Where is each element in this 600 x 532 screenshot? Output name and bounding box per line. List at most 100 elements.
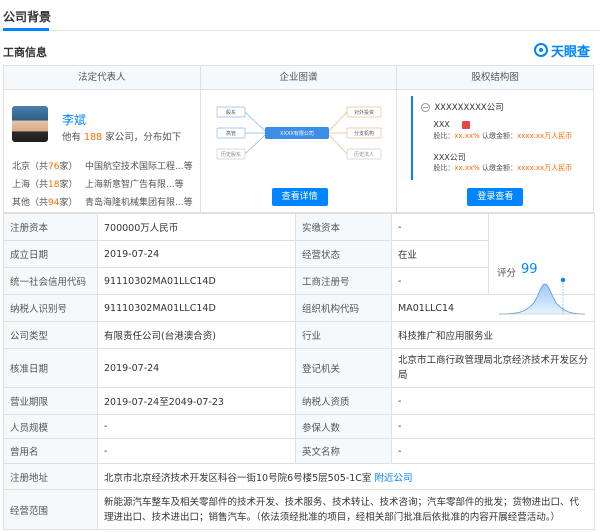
section-title: 工商信息 <box>3 46 47 59</box>
approval-date-label: 核准日期 <box>3 348 98 388</box>
score-distribution-curve <box>498 277 586 315</box>
tab-active-indicator <box>3 28 49 31</box>
equity-root-name: XXXXXXXXX公司 <box>434 103 504 113</box>
collapse-icon[interactable] <box>421 103 431 112</box>
legal-rep-summary: 他有 188 家公司，分布如下 <box>62 129 181 143</box>
graph-node-investment: 对外投资 <box>354 109 374 116</box>
company-type-label: 公司类型 <box>3 321 98 349</box>
equity-node-detail: 股比：xx.xx% 认缴金额：xxxx.xx万人民币 <box>433 131 572 141</box>
paid-capital-value: - <box>391 213 489 241</box>
insured-label: 参保人数 <box>295 414 392 439</box>
english-name-label: 英文名称 <box>295 438 392 464</box>
amount-value: xxxx.xx万人民币 <box>517 132 573 140</box>
insured-value: - <box>391 414 595 439</box>
org-code-label: 组织机构代码 <box>295 294 392 322</box>
credit-code-value: 91110302MA01LLC14D <box>97 267 296 295</box>
logo-text: 天眼查 <box>550 44 590 60</box>
former-name-value: - <box>97 438 296 464</box>
node-name-text: XXX公司 <box>433 153 466 162</box>
amount-label: 认缴金额： <box>482 132 518 140</box>
reg-capital-label: 注册资本 <box>3 213 98 241</box>
address-label: 注册地址 <box>3 463 98 490</box>
graph-node-branch: 分支机构 <box>354 130 374 137</box>
region-row: 上海（共18家） 上海新意智广告有限...等 <box>12 177 184 190</box>
equity-tree: XXXXXXXXX公司 XXX 股比：xx.xx% 认缴金额：xxxx.xx万人… <box>411 96 585 180</box>
status-value: 在业 <box>391 240 489 268</box>
amount-label: 认缴金额： <box>482 164 518 172</box>
tab-bar: 公司背景 <box>0 0 600 31</box>
staff-size-label: 人员规模 <box>3 414 98 439</box>
company-type-value: 有限责任公司(台港澳合资) <box>97 321 296 349</box>
equity-node-name: XXX公司 <box>433 152 465 163</box>
former-name-label: 曾用名 <box>3 438 98 464</box>
graph-node-center: XXXX有限公司 <box>280 130 314 137</box>
reg-no-value: - <box>391 267 489 295</box>
graph-node-shareholder: 股东 <box>226 109 236 116</box>
region-company-link[interactable]: 青岛海隆机械集团有限...等 <box>85 195 193 208</box>
region-row: 其他（共94家） 青岛海隆机械集团有限...等 <box>12 195 193 208</box>
avatar[interactable] <box>12 106 48 142</box>
english-name-value: - <box>391 438 595 464</box>
address-value: 北京市北京经济技术开发区科谷一街10号院6号楼5层505-1C室 <box>104 472 372 484</box>
approval-date-value: 2019-07-24 <box>97 348 296 388</box>
region-name: 北京（共 <box>12 162 49 172</box>
region-name-suffix: 家） <box>59 180 78 190</box>
reg-capital-value: 700000万人民币 <box>97 213 296 241</box>
status-label: 经营状态 <box>295 240 392 268</box>
region-count: 94 <box>48 198 60 208</box>
equity-root: XXXXXXXXX公司 <box>421 101 504 113</box>
taxpayer-qual-value: - <box>391 387 595 415</box>
region-name: 其他（共 <box>12 198 49 208</box>
shareholder-badge-icon <box>461 120 470 129</box>
legal-rep-header: 法定代表人 <box>4 66 200 90</box>
legal-rep-card: 法定代表人 李斌 他有 188 家公司，分布如下 北京（共76家） 中国航空技术… <box>4 66 201 212</box>
summary-suffix: 家公司，分布如下 <box>105 132 182 143</box>
scope-value: 新能源汽车整车及相关零部件的技术开发、技术服务、技术转让、技术咨询；汽车零部件的… <box>97 489 595 530</box>
table-row: 人员规模 - 参保人数 - <box>3 414 595 439</box>
equity-node-name: XXX <box>433 120 470 129</box>
taxpayer-qual-label: 纳税人资质 <box>295 387 392 415</box>
score-cell: 评分 99 <box>488 213 595 315</box>
view-details-button[interactable]: 查看详情 <box>271 188 328 206</box>
summary-prefix: 他有 <box>62 132 82 143</box>
company-page: 公司背景 工商信息 天眼查 法定代表人 李斌 他有 188 家公司，分布如下 北… <box>0 0 600 532</box>
equity-structure-header: 股权结构图 <box>397 66 594 90</box>
table-row: 经营范围 新能源汽车整车及相关零部件的技术开发、技术服务、技术转让、技术咨询；汽… <box>3 489 595 530</box>
graph-node-history-legal: 历史法人 <box>354 151 374 158</box>
tianyancha-logo: 天眼查 <box>533 41 590 60</box>
scope-label: 经营范围 <box>3 489 98 530</box>
nearby-companies-link[interactable]: 附近公司 <box>374 473 412 484</box>
table-row: 核准日期 2019-07-24 登记机关 北京市工商行政管理局北京经济技术开发区… <box>3 348 595 388</box>
business-term-label: 营业期限 <box>3 387 98 415</box>
reg-no-label: 工商注册号 <box>295 267 392 295</box>
table-row: 注册资本 700000万人民币 实缴资本 - 评分 99 <box>3 213 595 315</box>
taxpayer-id-label: 纳税人识别号 <box>3 294 98 322</box>
region-row: 北京（共76家） 中国航空技术国际工程...等 <box>12 159 193 172</box>
region-count: 18 <box>48 180 60 190</box>
equity-structure-card: 股权结构图 XXXXXXXXX公司 XXX 股比：xx.xx% 认缴金额：xxx… <box>397 66 594 212</box>
region-company-link[interactable]: 上海新意智广告有限...等 <box>85 177 184 190</box>
ratio-value: xx.xx% <box>454 164 480 172</box>
enterprise-graph-header: 企业图谱 <box>200 66 397 90</box>
tab-company-background[interactable]: 公司背景 <box>3 8 51 25</box>
reg-authority-label: 登记机关 <box>295 348 392 388</box>
region-count: 76 <box>48 162 60 172</box>
graph-node-executive: 高管 <box>226 130 236 137</box>
staff-size-value: - <box>97 414 296 439</box>
business-info-table: 注册资本 700000万人民币 实缴资本 - 评分 99 成立日期 2019-0… <box>3 213 595 530</box>
amount-value: xxxx.xx万人民币 <box>517 164 573 172</box>
node-name-text: XXX <box>433 120 450 129</box>
region-company-link[interactable]: 中国航空技术国际工程...等 <box>85 159 193 172</box>
found-date-value: 2019-07-24 <box>97 240 296 268</box>
region-name: 上海（共 <box>12 180 49 190</box>
ratio-label: 股比： <box>433 132 455 140</box>
legal-rep-name[interactable]: 李斌 <box>62 111 86 128</box>
graph-node-history-shareholder: 历史股东 <box>221 151 241 158</box>
credit-code-label: 统一社会信用代码 <box>3 267 98 295</box>
login-view-button[interactable]: 登录查看 <box>467 188 524 206</box>
business-term-value: 2019-07-24至2049-07-23 <box>97 387 296 415</box>
table-row: 营业期限 2019-07-24至2049-07-23 纳税人资质 - <box>3 387 595 415</box>
paid-capital-label: 实缴资本 <box>295 213 392 241</box>
address-cell: 北京市北京经济技术开发区科谷一街10号院6号楼5层505-1C室 附近公司 <box>97 463 595 490</box>
summary-cards: 法定代表人 李斌 他有 188 家公司，分布如下 北京（共76家） 中国航空技术… <box>3 65 594 213</box>
